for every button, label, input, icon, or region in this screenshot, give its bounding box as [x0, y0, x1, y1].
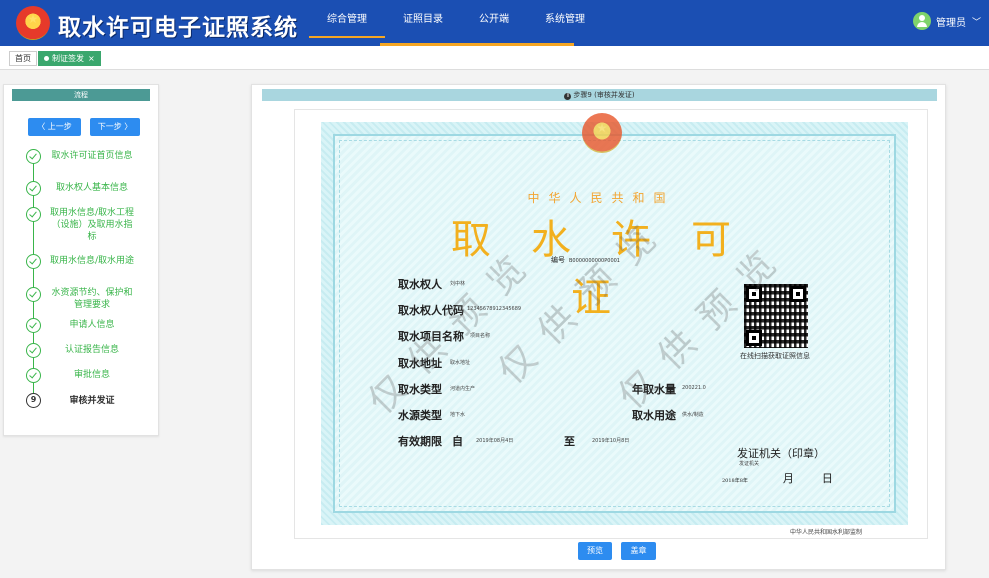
- step-5[interactable]: 水资源节约、保护和管理要求: [48, 287, 136, 311]
- label-address: 取水地址: [398, 357, 442, 370]
- step-number-icon: 9: [26, 393, 41, 408]
- cert-emblem-icon: ★: [582, 113, 622, 153]
- value-usage: 供水/制造: [682, 412, 704, 418]
- check-icon: [26, 149, 41, 164]
- step-9-current[interactable]: 审核并发证: [48, 395, 136, 407]
- info-icon: i: [564, 93, 572, 100]
- step-3[interactable]: 取用水信息/取水工程（设施）及取用水指标: [48, 207, 136, 243]
- check-icon: [26, 207, 41, 222]
- step-1[interactable]: 取水许可证首页信息: [48, 150, 136, 162]
- user-menu[interactable]: 管理员 ﹀: [912, 12, 981, 30]
- tab-bar: 首页 制证签发 ×: [0, 46, 989, 70]
- label-type: 取水类型: [398, 383, 442, 396]
- step-4[interactable]: 取用水信息/取水用途: [48, 255, 136, 267]
- user-avatar-icon: [912, 12, 931, 30]
- active-dot-icon: [44, 56, 49, 61]
- app-title: 取水许可电子证照系统: [58, 14, 298, 41]
- cert-country: 中华人民共和国: [527, 191, 675, 205]
- value-address: 取水地址: [450, 360, 471, 366]
- label-valid-from: 自: [452, 435, 463, 448]
- top-bar: ★ 取水许可电子证照系统 综合管理 证照目录 公开端 系统管理 管理员 ﹀: [0, 0, 989, 46]
- issuer-sub: 发证机关: [739, 461, 760, 467]
- step-2[interactable]: 取水权人基本信息: [48, 182, 136, 194]
- prev-step-button[interactable]: 〈 上一步: [28, 118, 81, 136]
- value-source: 地下水: [450, 412, 466, 418]
- label-holder: 取水权人: [398, 278, 442, 291]
- check-icon: [26, 368, 41, 383]
- value-project: 项目名称: [470, 333, 491, 339]
- step-header-text: 步骤9 (审核并发证): [573, 91, 635, 99]
- tab-home[interactable]: 首页: [9, 51, 37, 66]
- value-valid-from: 2019年08月4日: [476, 438, 514, 444]
- nav-comprehensive-management[interactable]: 综合管理: [309, 0, 385, 46]
- value-type: 河道内生产: [450, 386, 476, 392]
- step-7[interactable]: 认证报告信息: [48, 344, 136, 356]
- tab-certificate-issuance[interactable]: 制证签发 ×: [38, 51, 101, 66]
- process-header: 流程: [12, 89, 150, 101]
- certificate-preview: [321, 122, 908, 525]
- preview-button[interactable]: 预览: [578, 542, 612, 560]
- value-volume: 200221.0: [682, 385, 706, 391]
- chevron-down-icon: ﹀: [971, 17, 981, 28]
- issue-date: 2018年8年 月 日: [722, 472, 833, 485]
- main-nav: 综合管理 证照目录 公开端 系统管理: [309, 0, 603, 46]
- nav-system-management[interactable]: 系统管理: [527, 0, 603, 46]
- issuer: 发证机关（印章）: [737, 447, 825, 460]
- label-project: 取水项目名称: [398, 330, 464, 343]
- check-icon: [26, 181, 41, 196]
- next-step-button[interactable]: 下一步 〉: [90, 118, 140, 136]
- label-volume: 年取水量: [632, 383, 676, 396]
- process-panel: 流程 〈 上一步 下一步 〉 取水许可证首页信息 取水权人基本信息 取用水信息/…: [3, 84, 159, 436]
- cert-number: 编号 B0000000000P0001: [551, 256, 620, 264]
- stamp-button[interactable]: 盖章: [621, 542, 656, 560]
- nav-public-portal[interactable]: 公开端: [461, 0, 527, 46]
- label-valid: 有效期限: [398, 435, 442, 448]
- national-emblem-icon: ★: [16, 6, 50, 40]
- user-name: 管理员: [935, 17, 966, 29]
- check-icon: [26, 254, 41, 269]
- step-header: i 步骤9 (审核并发证): [262, 89, 937, 101]
- label-valid-to: 至: [564, 435, 575, 448]
- tab-label: 制证签发: [52, 54, 84, 63]
- step-8[interactable]: 审批信息: [48, 369, 136, 381]
- label-usage: 取水用途: [632, 409, 676, 422]
- value-holder: 刘中林: [450, 281, 466, 287]
- cert-footer: 中华人民共和国水利部监制: [790, 529, 863, 536]
- value-code: 12345678912345689: [467, 306, 522, 312]
- qr-caption: 在线扫描获取证照信息: [740, 352, 810, 360]
- check-icon: [26, 318, 41, 333]
- check-icon: [26, 343, 41, 358]
- close-icon[interactable]: ×: [88, 54, 95, 63]
- step-6[interactable]: 申请人信息: [48, 319, 136, 331]
- label-source: 水源类型: [398, 409, 442, 422]
- value-valid-to: 2019年10月8日: [592, 438, 630, 444]
- check-icon: [26, 287, 41, 302]
- label-code: 取水权人代码: [398, 304, 464, 317]
- qr-code-icon: [744, 284, 808, 348]
- nav-license-catalog[interactable]: 证照目录: [385, 0, 461, 46]
